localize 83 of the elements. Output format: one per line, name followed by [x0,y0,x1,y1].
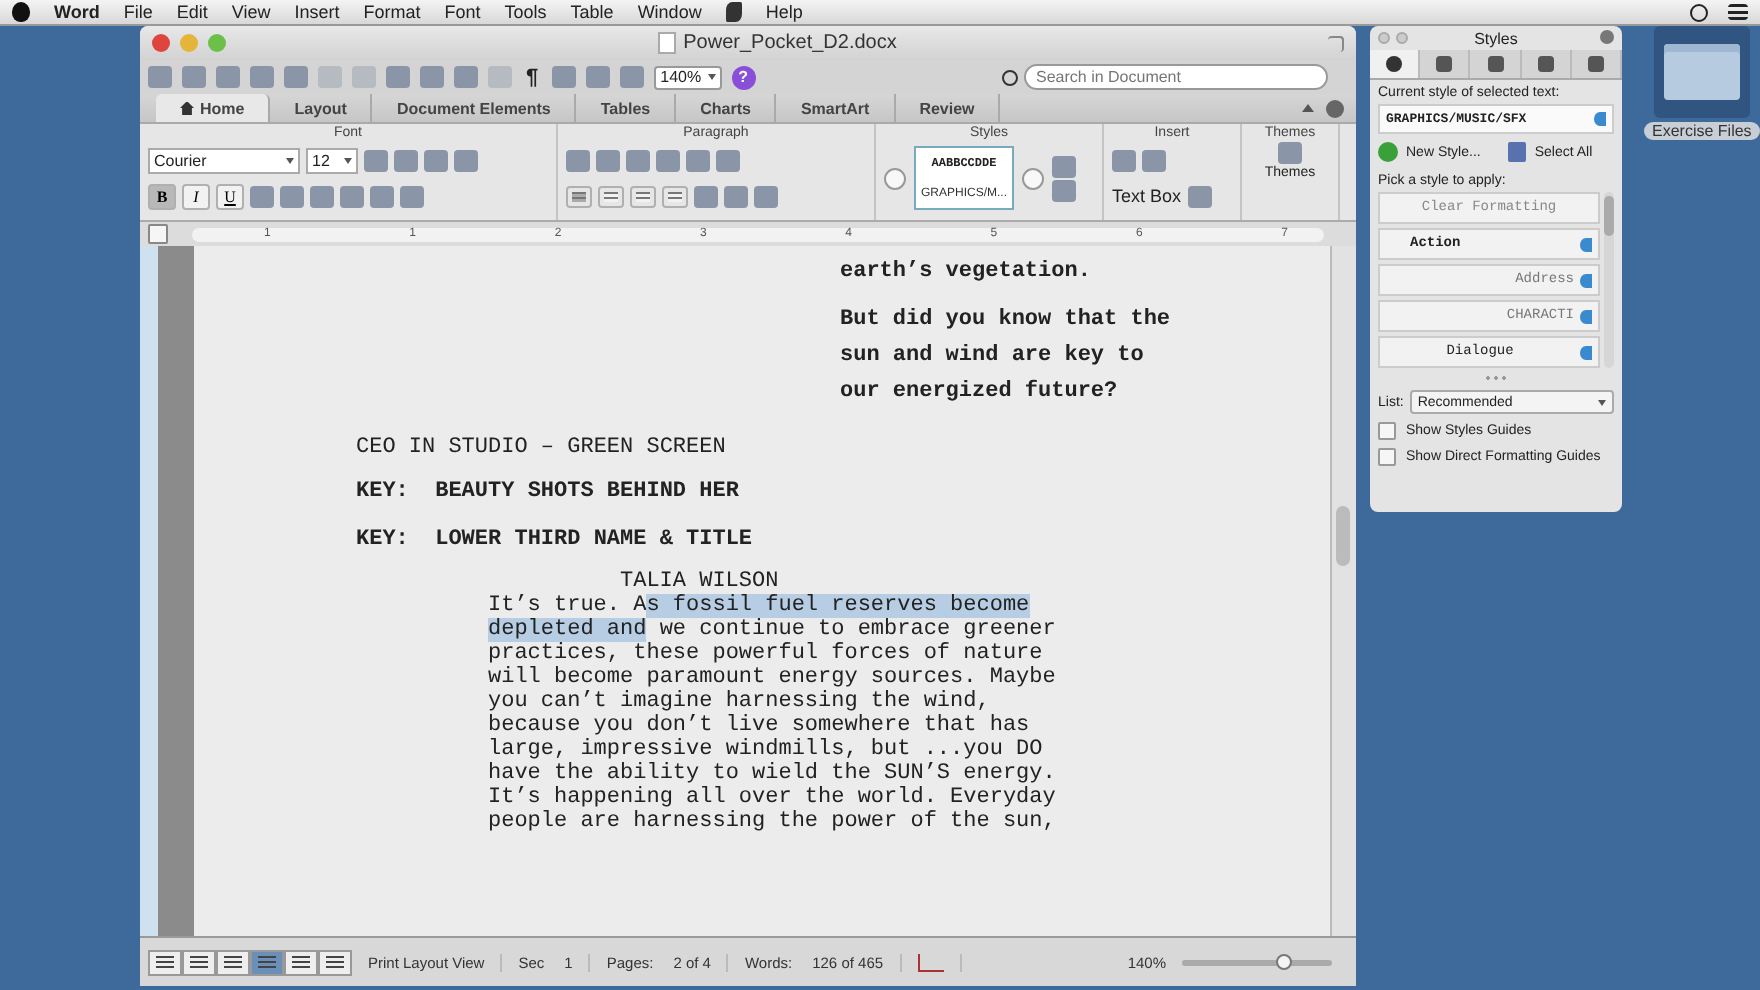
view-button[interactable] [284,949,318,975]
proofing-icon[interactable] [917,953,944,971]
apple-icon[interactable] [12,2,30,22]
menu-item[interactable]: Insert [294,2,340,22]
folder-label[interactable]: Exercise Files [1644,122,1760,140]
direction-text: KEY: LOWER THIRD NAME & TITLE [356,526,755,556]
menu-item[interactable]: Table [570,2,614,22]
dialogue-paragraph: It’s true. As fossil fuel reserves become depleted and we continue to embrace greener practices, these powerful forces of nature will become paramount energy sources. Maybe you can’t imagine harnessing the wind, because you don’t live somewhere that has large, impressive windmills, but ...you DO have the ability to wield the SUN’S energy. It’s happening all over the world. Everyday people are harnessing the power of the sun, [488,594,1058,834]
folder-icon[interactable] [1653,26,1750,118]
panel-tab[interactable] [1571,50,1623,78]
character-name: TALIA WILSON [620,570,781,594]
text-box-button[interactable]: Text Box [1112,186,1182,206]
scroll-bar[interactable] [1330,246,1356,936]
list-icon[interactable] [1728,4,1748,20]
panel-tab[interactable] [1470,50,1522,78]
zoom-button[interactable] [208,34,226,52]
view-button[interactable] [182,949,216,975]
align-button[interactable] [662,185,688,207]
font-size-field[interactable]: 12 [306,147,358,173]
panel-tab[interactable] [1370,50,1421,78]
zoom-slider[interactable] [1182,959,1332,965]
menu-item[interactable]: View [231,2,271,22]
next-button[interactable] [1022,167,1044,189]
format-button[interactable]: B [148,183,176,209]
panel-tab[interactable] [1420,50,1471,78]
menu-item[interactable]: Font [444,2,481,22]
resize-handle[interactable] [1484,376,1508,380]
collapse-icon[interactable] [1302,104,1314,112]
panel-title: Styles [1474,29,1518,47]
ribbon-tab[interactable]: Document Elements [372,94,577,122]
menu-item[interactable]: Format [363,2,421,22]
gear-icon[interactable] [1326,99,1344,117]
checkbox[interactable] [1378,448,1396,466]
ribbon-tab[interactable]: SmartArt [776,94,896,122]
scene-heading: CEO IN STUDIO – GREEN SCREEN [356,434,728,464]
format-button[interactable]: I [182,183,210,209]
window-title: Power_Pocket_D2.docx [683,32,897,54]
select-icon[interactable] [1508,142,1527,162]
plus-icon[interactable] [1378,142,1398,162]
minimize-button[interactable] [180,34,198,52]
scroll-bar[interactable] [1604,192,1614,368]
ribbon-tab[interactable]: Charts [676,94,777,122]
menu-item[interactable]: Help [765,2,803,22]
menu-item[interactable]: Word [54,2,100,22]
view-button[interactable] [148,949,182,975]
search-icon[interactable] [1002,69,1018,85]
align-button[interactable] [630,185,656,207]
format-button[interactable]: U [216,183,244,209]
menu-item[interactable]: File [123,2,153,22]
menu-item[interactable]: Edit [176,2,208,22]
paragraph-mark-icon [1580,309,1592,323]
tab-stop-icon[interactable] [148,224,168,244]
script-icon[interactable] [725,2,742,22]
font-field[interactable]: Courier [148,147,300,173]
help-button[interactable]: ? [731,65,756,89]
menu-item[interactable]: Window [637,2,702,22]
paragraph-mark-icon [1580,345,1592,359]
action-text: earth’s vegetation. [840,258,1093,288]
direction-text: KEY: BEAUTY SHOTS BEHIND HER [356,478,741,508]
menu-item[interactable]: Tools [504,2,547,22]
close-button[interactable] [1600,30,1614,44]
view-button[interactable] [318,949,352,975]
ribbon-tab[interactable]: Review [895,94,1001,122]
search-icon[interactable] [1690,3,1708,21]
search-field[interactable]: Search in Document [1024,64,1328,90]
paragraph-mark-icon [1580,273,1592,287]
align-button[interactable] [566,185,592,207]
checkbox[interactable] [1378,422,1396,440]
align-button[interactable] [598,185,624,207]
view-button[interactable] [216,949,250,975]
view-button[interactable] [250,949,284,975]
close-button[interactable] [152,34,170,52]
previous-button[interactable] [884,167,906,189]
document-icon [657,32,676,54]
ribbon-tab[interactable]: Tables [576,94,677,122]
action-text: But did you know that the sun and wind are key to our energized future? [840,306,1173,408]
paragraph-mark-icon [1580,237,1592,251]
ribbon-tab[interactable]: Home [156,94,271,122]
ribbon-tab[interactable]: Layout [270,94,373,122]
panel-tab[interactable] [1521,50,1572,78]
fullscreen-icon[interactable] [1327,35,1344,51]
show-formatting-button[interactable]: ¶ [522,65,543,89]
zoom-field[interactable]: 140% [654,65,722,89]
